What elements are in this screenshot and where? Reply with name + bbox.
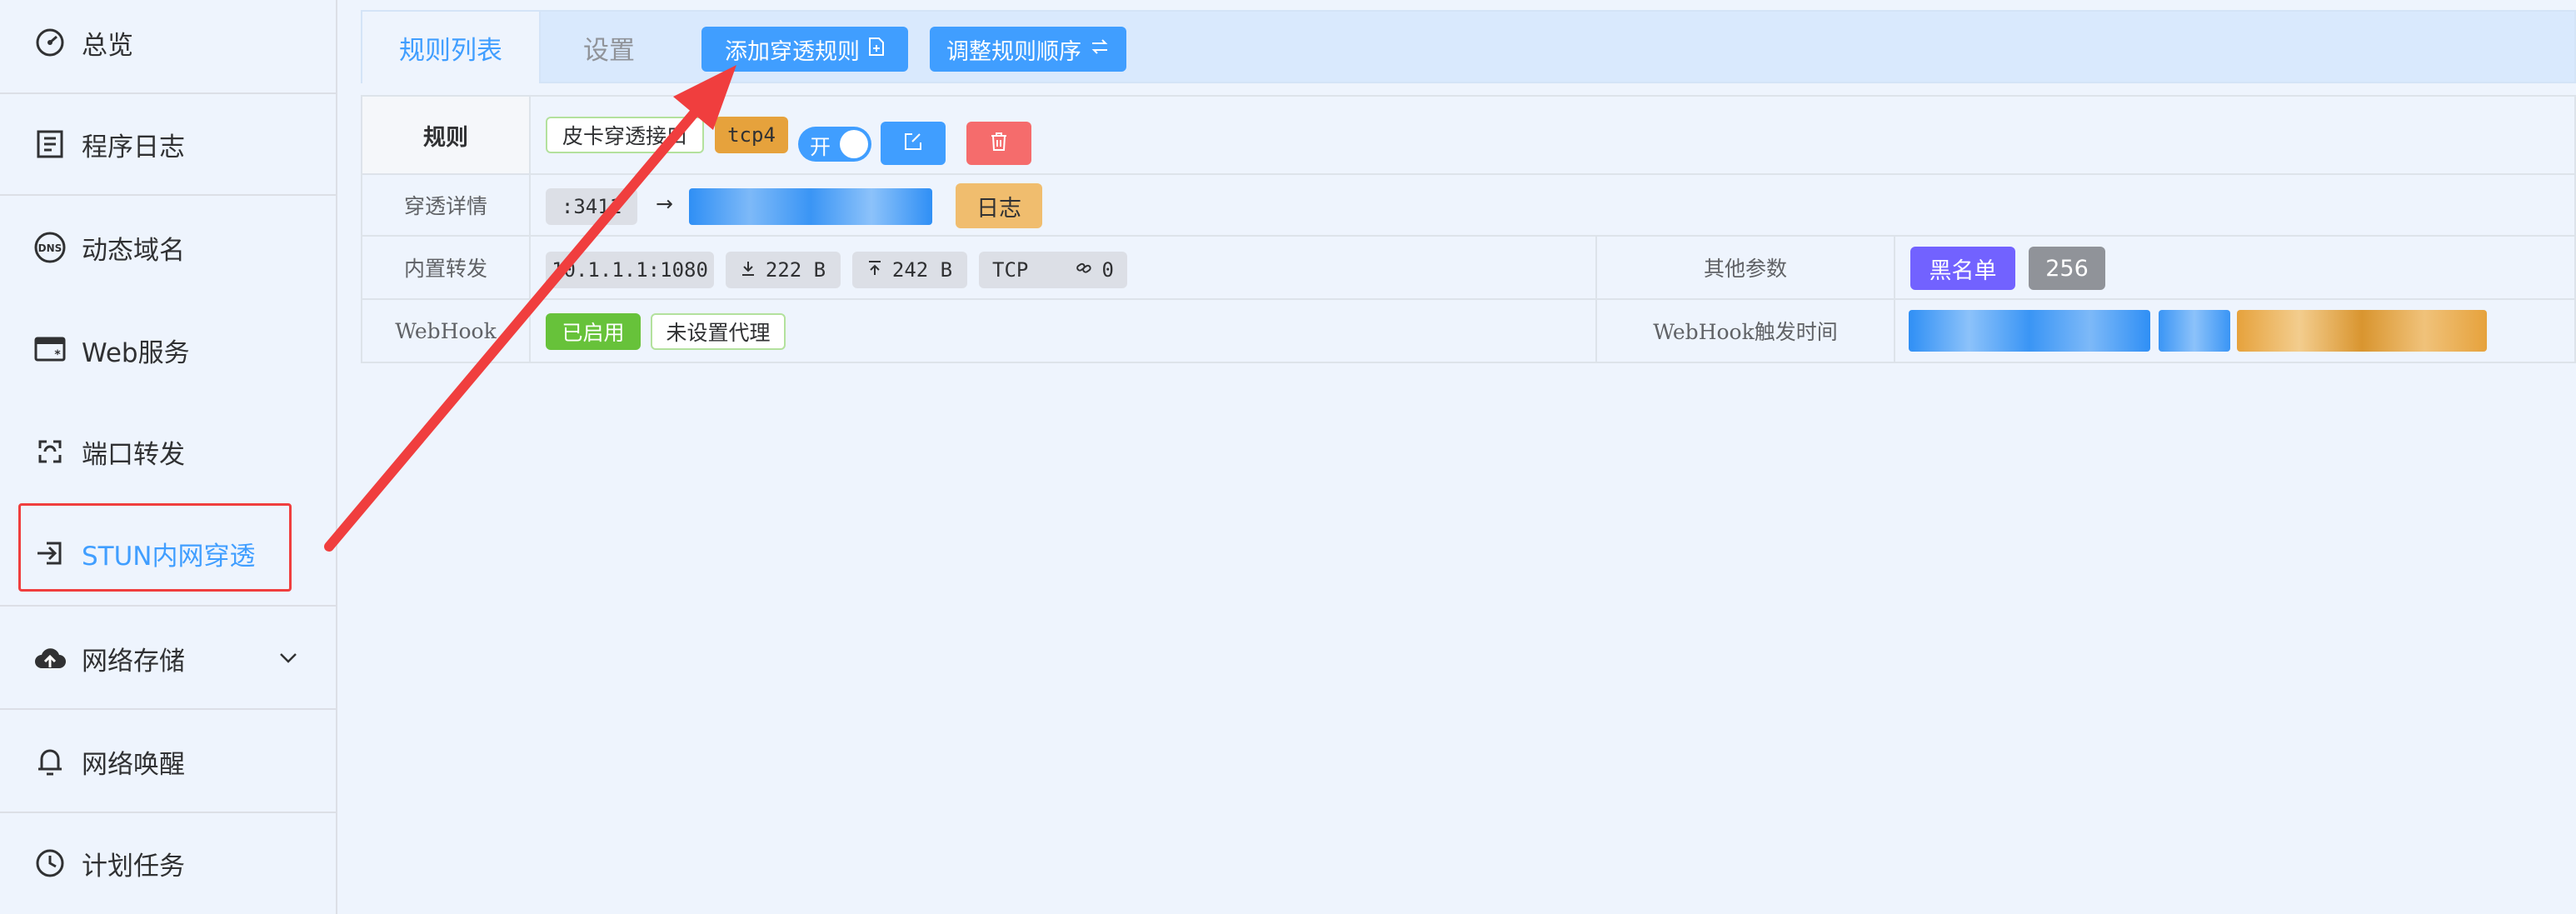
annotation-highlight-box: [18, 503, 292, 592]
forward-protocol-tag: TCP 0: [979, 252, 1127, 288]
nav-item-label: Web服务: [82, 337, 190, 368]
reorder-rules-button[interactable]: 调整规则顺序: [930, 27, 1126, 72]
chevron-down-icon[interactable]: [277, 647, 299, 669]
redacted-date: [1909, 310, 2150, 352]
label-other-params: 其他参数: [1703, 257, 1787, 281]
nav-item-label: 计划任务: [82, 851, 185, 882]
label-rule: 规则: [423, 124, 468, 151]
cloud-upload-icon: [33, 642, 67, 675]
nav-item-label: 网络唤醒: [82, 749, 185, 780]
nav-item-ddns[interactable]: DNS 动态域名: [0, 197, 336, 297]
tab-rule-list[interactable]: 规则列表: [362, 12, 541, 83]
trash-icon: [990, 132, 1008, 155]
nav-item-network-storage[interactable]: 网络存储: [0, 608, 336, 708]
upload-value: 242 B: [891, 258, 953, 282]
tab-settings[interactable]: 设置: [541, 12, 677, 83]
redacted-time: [2159, 310, 2230, 352]
nav-item-label: 动态域名: [82, 235, 185, 266]
download-icon: [741, 258, 756, 282]
port-forward-icon: [33, 435, 67, 468]
forward-arrow: →: [656, 192, 673, 216]
forward-address-tag: 10.1.1.1:1080: [546, 252, 714, 288]
nav-item-label: 程序日志: [82, 132, 185, 162]
divider: [0, 708, 336, 710]
log-document-icon: [33, 127, 67, 161]
rule-enable-switch[interactable]: 开: [798, 127, 871, 162]
svg-text:*: *: [54, 348, 61, 362]
bell-icon: [33, 745, 67, 778]
row-divider: [362, 235, 2574, 237]
add-rule-label: 添加穿透规则: [725, 38, 860, 65]
webhook-enabled-tag: 已启用: [546, 313, 641, 350]
label-forward: 内置转发: [403, 257, 487, 281]
reorder-label: 调整规则顺序: [946, 38, 1081, 65]
web-service-icon: *: [33, 333, 67, 367]
label-webhook-time: WebHook触发时间: [1653, 320, 1838, 344]
tab-bar: 规则列表 设置 添加穿透规则 调整规则顺序: [361, 10, 2576, 83]
clock-icon: [33, 847, 67, 880]
row-divider: [362, 298, 2574, 300]
nav-item-port-forward[interactable]: 端口转发: [0, 402, 336, 502]
redacted-address: [689, 188, 932, 225]
link-icon: [1076, 258, 1092, 282]
nav-item-label: 总览: [82, 30, 133, 61]
sort-arrows-icon: [1090, 37, 1110, 62]
tab-label: 规则列表: [399, 35, 502, 66]
download-traffic-tag: 222 B: [726, 252, 841, 288]
svg-text:DNS: DNS: [38, 242, 62, 254]
upload-icon: [867, 258, 882, 282]
column-divider: [1894, 237, 1895, 362]
nav-item-scheduled-tasks[interactable]: 计划任务: [0, 813, 336, 913]
forward-protocol: TCP: [992, 258, 1029, 282]
download-value: 222 B: [765, 258, 826, 282]
proxy-status-tag: 未设置代理: [651, 313, 786, 350]
sidebar: 总览 程序日志 DNS 动态域名 * Web服务 端口转发 STUN内网穿透 网…: [0, 0, 337, 914]
rule-table: 规则 皮卡穿透接口 tcp4 开 穿透详情 :3411 → 日志 内置转发 10…: [361, 95, 2576, 363]
dashboard-gauge-icon: [33, 26, 67, 59]
blacklist-tag: 黑名单: [1910, 247, 2015, 290]
add-rule-button[interactable]: 添加穿透规则: [701, 27, 908, 72]
rule-name-tag: 皮卡穿透接口: [546, 117, 704, 153]
dns-icon: DNS: [33, 231, 67, 264]
tab-label: 设置: [583, 35, 635, 66]
public-port-tag: :3411: [546, 188, 637, 225]
delete-rule-button[interactable]: [966, 122, 1031, 165]
switch-knob: [840, 130, 868, 158]
connections-group: 0: [1076, 258, 1114, 282]
nav-item-overview[interactable]: 总览: [0, 0, 336, 92]
edit-rule-button[interactable]: [881, 122, 946, 165]
divider: [0, 194, 336, 196]
protocol-tag: tcp4: [715, 117, 788, 153]
nav-item-web-service[interactable]: * Web服务: [0, 300, 336, 400]
label-webhook: WebHook: [395, 318, 497, 343]
file-add-icon: [868, 37, 885, 62]
nav-item-wake-on-lan[interactable]: 网络唤醒: [0, 712, 336, 812]
nav-item-label: 端口转发: [82, 439, 185, 470]
connection-count: 0: [1101, 258, 1114, 282]
log-button[interactable]: 日志: [956, 183, 1042, 228]
switch-label: 开: [810, 135, 831, 159]
main-content: 规则列表 设置 添加穿透规则 调整规则顺序 规则 皮卡穿透接口 tcp4 开 穿…: [361, 10, 2576, 914]
row-divider: [362, 173, 2574, 175]
upload-traffic-tag: 242 B: [852, 252, 967, 288]
divider: [0, 605, 336, 607]
list-count-tag: 256: [2029, 247, 2105, 290]
label-detail: 穿透详情: [403, 194, 487, 218]
column-divider: [529, 97, 531, 362]
edit-icon: [903, 132, 923, 155]
nav-item-label: 网络存储: [82, 646, 185, 677]
nav-item-logs[interactable]: 程序日志: [0, 94, 336, 194]
redacted-status: [2237, 310, 2487, 352]
